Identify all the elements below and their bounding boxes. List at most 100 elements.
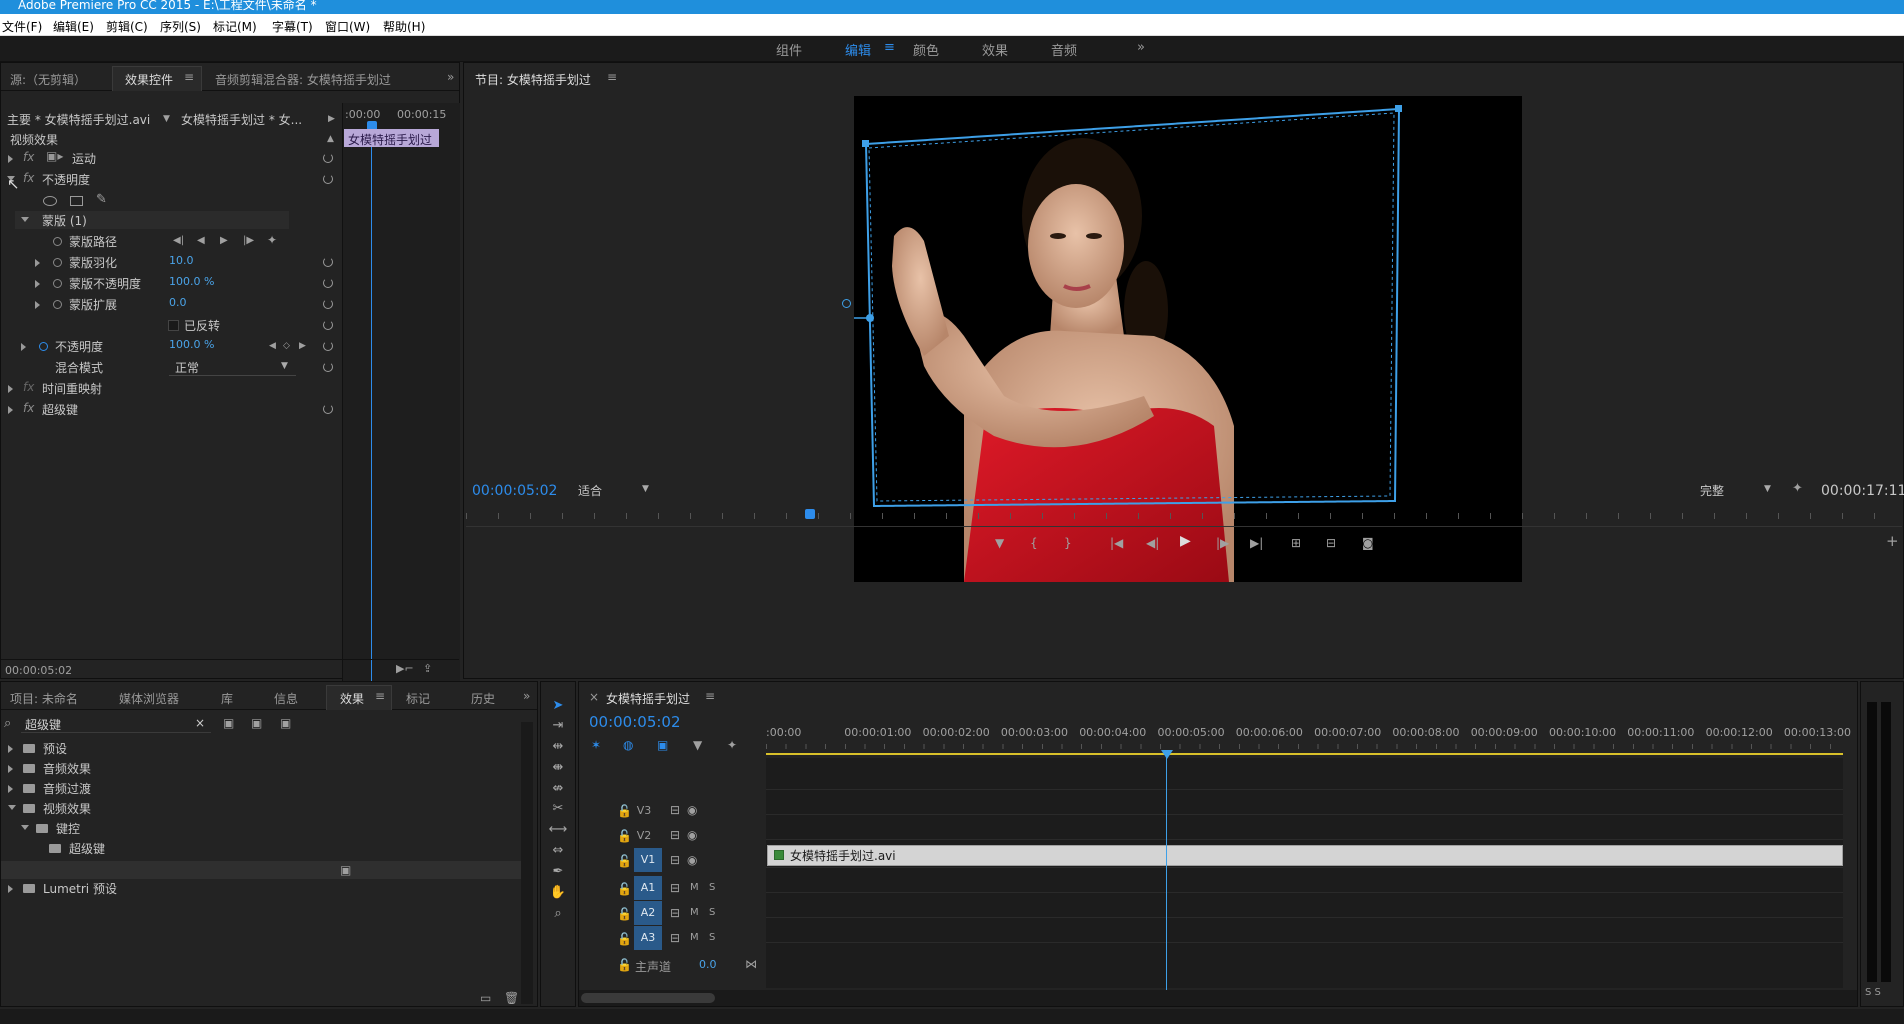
- wrench-icon[interactable]: ✦: [267, 234, 277, 246]
- track-v2[interactable]: V2: [634, 826, 654, 845]
- mask-feather-value[interactable]: 10.0: [169, 254, 194, 267]
- program-playhead[interactable]: [805, 509, 815, 519]
- track-a2[interactable]: A2: [634, 901, 662, 925]
- step-back-icon[interactable]: ◀|: [1146, 537, 1159, 549]
- sync-lock-icon[interactable]: ⊟: [670, 882, 680, 894]
- add-marker-icon[interactable]: ▼: [995, 537, 1004, 549]
- work-area-bar[interactable]: [766, 753, 1843, 755]
- prev-keyframe-icon[interactable]: ◀: [269, 340, 276, 352]
- add-keyframe-icon[interactable]: ◇: [283, 340, 290, 352]
- effects-scrollbar[interactable]: [521, 722, 533, 1004]
- timeline-timecode[interactable]: 00:00:05:02: [589, 713, 681, 731]
- tab-markers[interactable]: 标记: [406, 690, 430, 707]
- mark-out-icon[interactable]: }: [1064, 537, 1072, 549]
- program-time-ruler[interactable]: [466, 503, 1902, 527]
- lock-icon[interactable]: 🔓: [617, 959, 632, 971]
- tab-effect-controls[interactable]: 效果控件: [125, 71, 173, 88]
- menu-help[interactable]: 帮助(H): [383, 18, 425, 35]
- rectangle-mask-icon[interactable]: [70, 196, 83, 206]
- collapse-icon[interactable]: [21, 825, 29, 830]
- ripple-edit-tool-icon[interactable]: ⇹: [548, 739, 568, 757]
- workspace-effects[interactable]: 效果: [982, 40, 1008, 59]
- panel-menu-icon[interactable]: ≡: [184, 70, 194, 84]
- master-dropdown-icon[interactable]: ▼: [163, 113, 170, 125]
- add-marker-icon[interactable]: ▼: [693, 739, 702, 751]
- lift-icon[interactable]: ⊞: [1291, 537, 1301, 549]
- reset-inverted-icon[interactable]: [323, 320, 333, 330]
- workspace-editing[interactable]: 编辑: [845, 40, 871, 59]
- filter-icon[interactable]: ▶⌐: [396, 663, 414, 675]
- expand-mask-opacity-icon[interactable]: [35, 280, 40, 288]
- reset-mask-expansion-icon[interactable]: [323, 299, 333, 309]
- mute-button[interactable]: M: [690, 907, 699, 919]
- stopwatch-icon[interactable]: [53, 279, 62, 288]
- extract-icon[interactable]: ⊟: [1326, 537, 1336, 549]
- sequence-tab[interactable]: 女模特摇手划过: [606, 690, 690, 707]
- snap-icon[interactable]: ✶: [591, 739, 601, 751]
- next-keyframe-icon[interactable]: ▶: [299, 340, 306, 352]
- step-forward-icon[interactable]: |▶: [1216, 537, 1229, 549]
- accelerated-effects-icon[interactable]: ▣: [223, 717, 234, 729]
- expand-ultra-key-icon[interactable]: [8, 406, 13, 414]
- collapse-icon[interactable]: [8, 805, 16, 810]
- timeline-scrollbar[interactable]: [579, 990, 1857, 1006]
- go-to-end-icon[interactable]: ⋈: [745, 958, 757, 970]
- workspace-menu-icon[interactable]: ≡: [884, 40, 895, 55]
- program-menu-icon[interactable]: ≡: [607, 70, 617, 84]
- track-forward-icon[interactable]: |▶: [243, 235, 254, 247]
- menu-window[interactable]: 窗口(W): [325, 18, 370, 35]
- rate-stretch-tool-icon[interactable]: ⇎: [548, 781, 568, 799]
- ellipse-mask-icon[interactable]: [43, 196, 57, 206]
- sync-lock-icon[interactable]: ⊟: [670, 804, 680, 816]
- lock-icon[interactable]: 🔓: [617, 830, 632, 842]
- expand-motion-icon[interactable]: [8, 155, 13, 163]
- ec-timecode[interactable]: 00:00:05:02: [5, 664, 72, 677]
- slip-tool-icon[interactable]: ⟷: [548, 822, 568, 840]
- effects-menu-icon[interactable]: ≡: [375, 689, 385, 703]
- expand-time-remap-icon[interactable]: [8, 385, 13, 393]
- menu-clip[interactable]: 剪辑(C): [106, 18, 148, 35]
- more-workspaces-icon[interactable]: »: [1137, 40, 1145, 55]
- tracks-area[interactable]: [766, 758, 1843, 988]
- workspace-color[interactable]: 颜色: [913, 40, 939, 59]
- lock-icon[interactable]: 🔓: [617, 908, 632, 920]
- timeline-playhead-handle[interactable]: [1161, 750, 1173, 759]
- expand-feather-icon[interactable]: [35, 259, 40, 267]
- quality-select[interactable]: 完整 ▼: [1700, 481, 1774, 499]
- track-backward-icon[interactable]: ◀|: [173, 235, 184, 247]
- eye-icon[interactable]: ◉: [687, 854, 697, 866]
- razor-tool-icon[interactable]: ✂: [548, 801, 568, 819]
- expand-opacity-prop-icon[interactable]: [21, 343, 26, 351]
- slide-tool-icon[interactable]: ⇔: [548, 843, 568, 861]
- lock-icon[interactable]: 🔓: [617, 805, 632, 817]
- reset-opacity-prop-icon[interactable]: [323, 341, 333, 351]
- selection-tool-icon[interactable]: ➤: [548, 698, 568, 716]
- expand-icon[interactable]: [8, 765, 13, 773]
- fit-select[interactable]: 适合 ▼: [578, 481, 652, 499]
- panel-overflow-icon[interactable]: »: [523, 689, 530, 703]
- tab-project[interactable]: 项目: 未命名: [10, 690, 78, 707]
- reset-opacity-icon[interactable]: [323, 174, 333, 184]
- sequence-clip-label[interactable]: 女模特摇手划过 * 女...: [181, 111, 302, 129]
- mask-opacity-value[interactable]: 100.0 %: [169, 275, 214, 288]
- collapse-mask-icon[interactable]: [21, 217, 29, 222]
- sync-lock-icon[interactable]: ⊟: [670, 854, 680, 866]
- close-sequence-icon[interactable]: ×: [589, 690, 599, 704]
- track-forward-frame-icon[interactable]: ▶: [220, 235, 228, 247]
- mark-in-icon[interactable]: {: [1030, 537, 1038, 549]
- expand-icon[interactable]: [8, 745, 13, 753]
- linked-selection-icon[interactable]: ◍: [623, 739, 633, 751]
- tab-info[interactable]: 信息: [274, 690, 298, 707]
- reset-motion-icon[interactable]: [323, 153, 333, 163]
- export-frame-icon[interactable]: ◙: [1362, 537, 1374, 549]
- track-back-frame-icon[interactable]: ◀: [197, 235, 205, 247]
- master-clip-label[interactable]: 主要 * 女模特摇手划过.avi: [7, 111, 150, 129]
- effects-search-input[interactable]: 超级键 ×: [21, 715, 211, 733]
- reset-blend-icon[interactable]: [323, 362, 333, 372]
- menu-file[interactable]: 文件(F): [2, 18, 42, 35]
- play-only-icon[interactable]: ▶: [328, 113, 335, 125]
- video-clip[interactable]: 女模特摇手划过.avi: [767, 845, 1843, 866]
- menu-marker[interactable]: 标记(M): [213, 18, 257, 35]
- sync-lock-icon[interactable]: ⊟: [670, 932, 680, 944]
- tab-effects[interactable]: 效果: [340, 690, 364, 707]
